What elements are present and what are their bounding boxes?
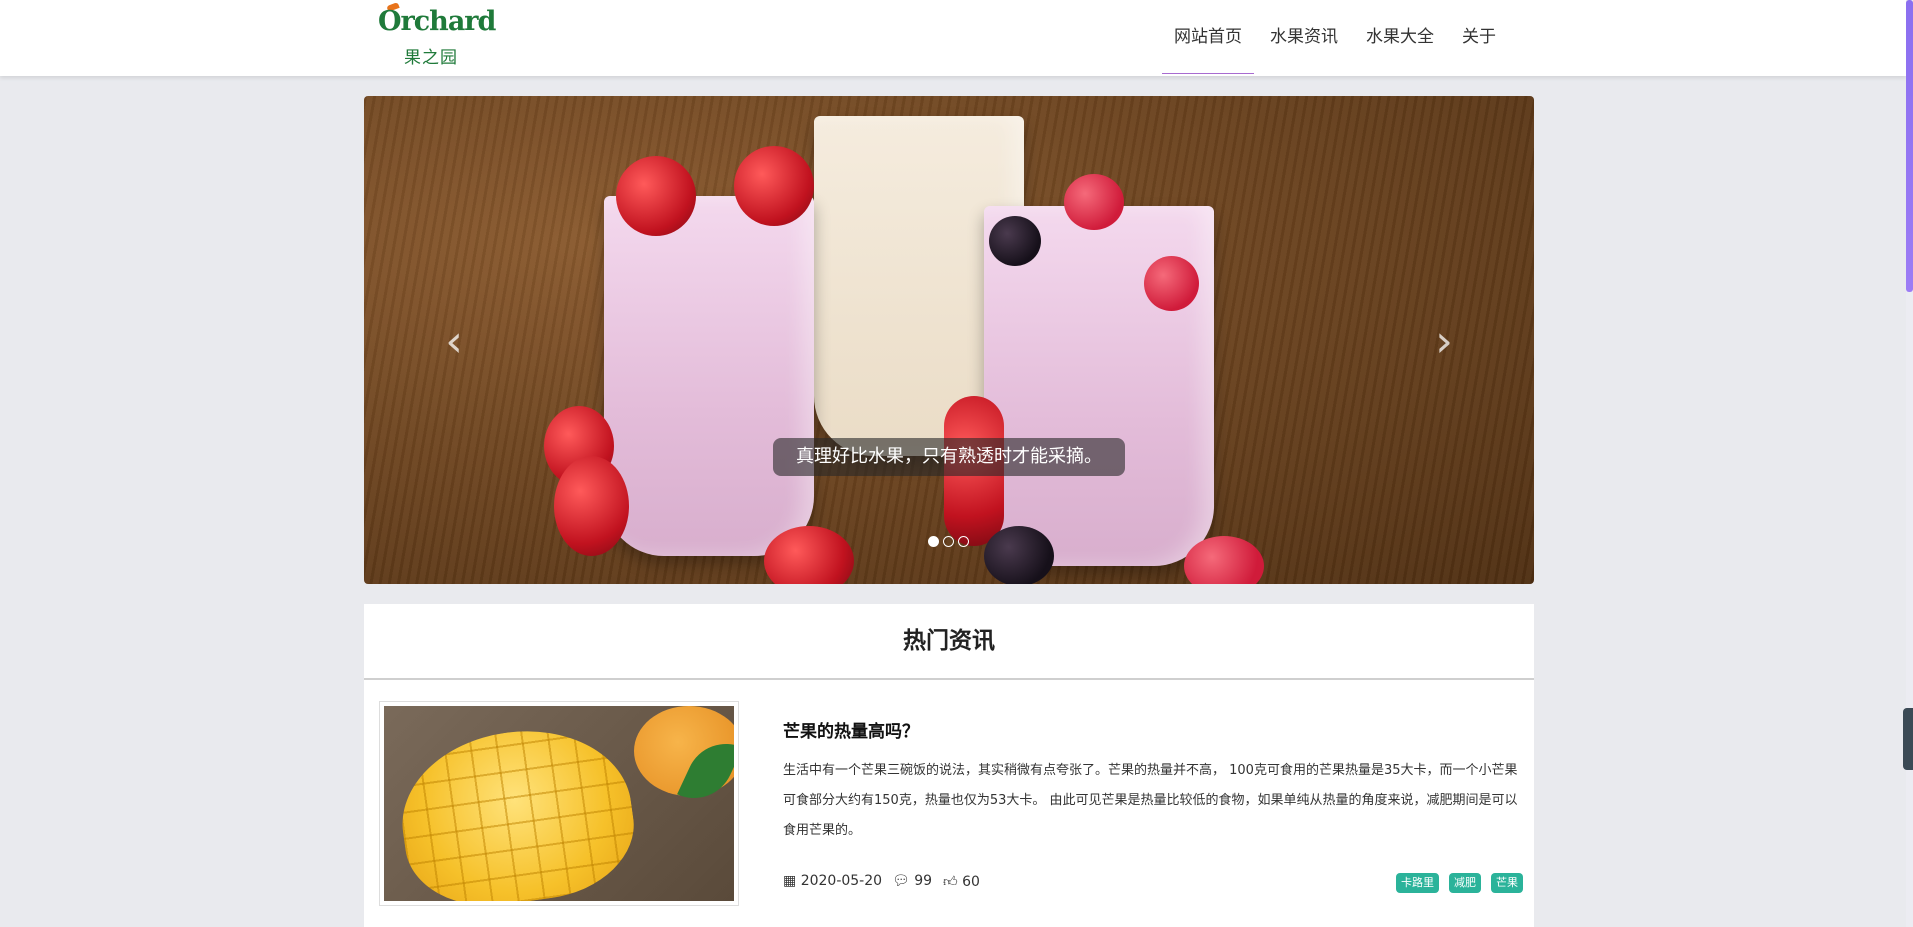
carousel-caption: 真理好比水果，只有熟透时才能采摘。 (773, 438, 1125, 476)
logo-text-cn: 果之园 (404, 48, 458, 68)
strawberry-decor (616, 156, 696, 236)
strawberry-decor (734, 146, 814, 226)
carousel-dot-1[interactable] (928, 536, 939, 547)
article-summary: 生活中有一个芒果三碗饭的说法，其实稍微有点夸张了。芒果的热量并不高， 100克可… (783, 763, 1518, 838)
tag-diet[interactable]: 减肥 (1449, 873, 1481, 893)
scrollbar-thumb[interactable] (1906, 0, 1913, 292)
article-date: ▦ 2020-05-20 (783, 873, 882, 889)
article-body: 芒果的热量高吗？ 生活中有一个芒果三碗饭的说法，其实稍微有点夸张了。芒果的热量并… (783, 701, 1523, 893)
nav-item-home[interactable]: 网站首页 (1162, 0, 1254, 74)
date-text: 2020-05-20 (800, 873, 883, 889)
strawberry-decor (554, 456, 629, 556)
logo-text-en: Orchard (378, 6, 496, 37)
carousel-next-button[interactable]: › (1424, 320, 1464, 364)
chevron-right-icon: › (1435, 316, 1453, 367)
chevron-left-icon: ‹ (445, 316, 463, 367)
side-floating-widget[interactable] (1903, 708, 1913, 770)
carousel-dot-2[interactable] (943, 536, 954, 547)
main-nav: 网站首页 水果资讯 水果大全 关于 (1162, 0, 1512, 76)
article-title[interactable]: 芒果的热量高吗？ (783, 717, 1523, 742)
strawberry-decor (764, 526, 854, 584)
blackberry-decor (984, 526, 1054, 584)
mango-image (384, 706, 734, 901)
raspberry-decor (1144, 256, 1199, 311)
blackberry-decor (989, 216, 1041, 266)
smoothie-glass-left (604, 196, 814, 556)
article-likes[interactable]: 👍︎ 60 (943, 873, 980, 890)
section-title: 热门资讯 (364, 604, 1534, 680)
like-count: 60 (962, 874, 980, 890)
article-meta: ▦ 2020-05-20 💬︎ 99 👍︎ 60 卡路里 减肥 芒果 (783, 873, 1523, 893)
carousel-dot-3[interactable] (958, 536, 969, 547)
tag-calories[interactable]: 卡路里 (1396, 873, 1439, 893)
carousel-indicators (928, 536, 969, 547)
top-navbar: Orchard 果之园 网站首页 水果资讯 水果大全 关于 (0, 0, 1906, 76)
hero-carousel: ‹ › 真理好比水果，只有熟透时才能采摘。 (364, 96, 1534, 584)
nav-item-fruit-encyclopedia[interactable]: 水果大全 (1354, 0, 1446, 74)
comment-count: 99 (914, 873, 933, 889)
article-comments: 💬︎ 99 (892, 873, 932, 889)
calendar-icon: ▦ (783, 873, 797, 889)
comment-icon: 💬︎ (892, 873, 910, 889)
nav-item-about[interactable]: 关于 (1450, 0, 1508, 74)
raspberry-decor (1184, 536, 1264, 584)
article-thumbnail[interactable] (379, 701, 739, 906)
page-scrollbar[interactable] (1906, 0, 1913, 927)
article-tags: 卡路里 减肥 芒果 (1396, 873, 1523, 893)
article-item: 芒果的热量高吗？ 生活中有一个芒果三碗饭的说法，其实稍微有点夸张了。芒果的热量并… (379, 701, 1524, 911)
raspberry-decor (1064, 174, 1124, 230)
nav-item-fruit-news[interactable]: 水果资讯 (1258, 0, 1350, 74)
site-logo[interactable]: Orchard 果之园 (378, 2, 496, 68)
carousel-prev-button[interactable]: ‹ (434, 320, 474, 364)
mango-cubes-decor (391, 716, 643, 901)
hot-news-section: 热门资讯 芒果的热量高吗？ 生活中有一个芒果三碗饭的说法，其实稍微有点夸张了。芒… (364, 604, 1534, 927)
tag-mango[interactable]: 芒果 (1491, 873, 1523, 893)
thumbs-up-icon: 👍︎ (943, 874, 958, 890)
